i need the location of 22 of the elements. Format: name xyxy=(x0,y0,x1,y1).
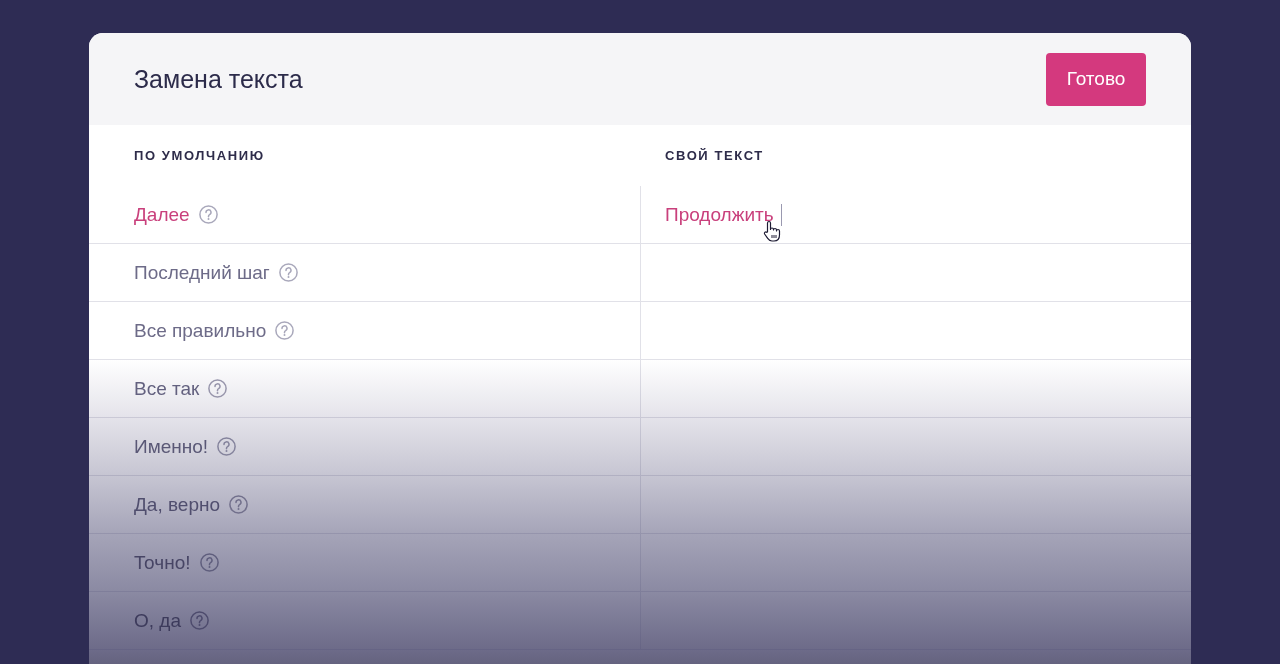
dialog-title: Замена текста xyxy=(134,64,303,94)
help-icon[interactable] xyxy=(198,205,218,224)
default-text-label: Именно! xyxy=(134,435,209,458)
help-icon[interactable] xyxy=(190,611,209,630)
default-text-label: Далее xyxy=(134,203,190,226)
input-field[interactable]: Продолжить xyxy=(640,186,1191,243)
default-text-label: Точно! xyxy=(134,551,191,574)
help-icon[interactable] xyxy=(275,321,295,340)
help-icon[interactable] xyxy=(199,553,219,572)
default-text-label: Все правильно xyxy=(134,319,267,342)
column-header: ПО УМОЛЧАНИЮ xyxy=(134,148,265,163)
default-text-label: Да, верно xyxy=(134,493,221,516)
help-icon[interactable] xyxy=(217,437,237,456)
column-header: СВОЙ ТЕКСТ xyxy=(665,148,764,163)
help-icon[interactable] xyxy=(278,263,298,282)
help-icon[interactable] xyxy=(229,495,249,514)
default-text-label: Последний шаг xyxy=(134,261,270,284)
default-text-label: О, да xyxy=(134,609,181,632)
text-cursor-icon xyxy=(780,203,783,226)
done-button[interactable]: Готово xyxy=(1046,52,1146,106)
help-icon[interactable] xyxy=(208,379,228,398)
default-text-label: Все так xyxy=(134,377,200,400)
